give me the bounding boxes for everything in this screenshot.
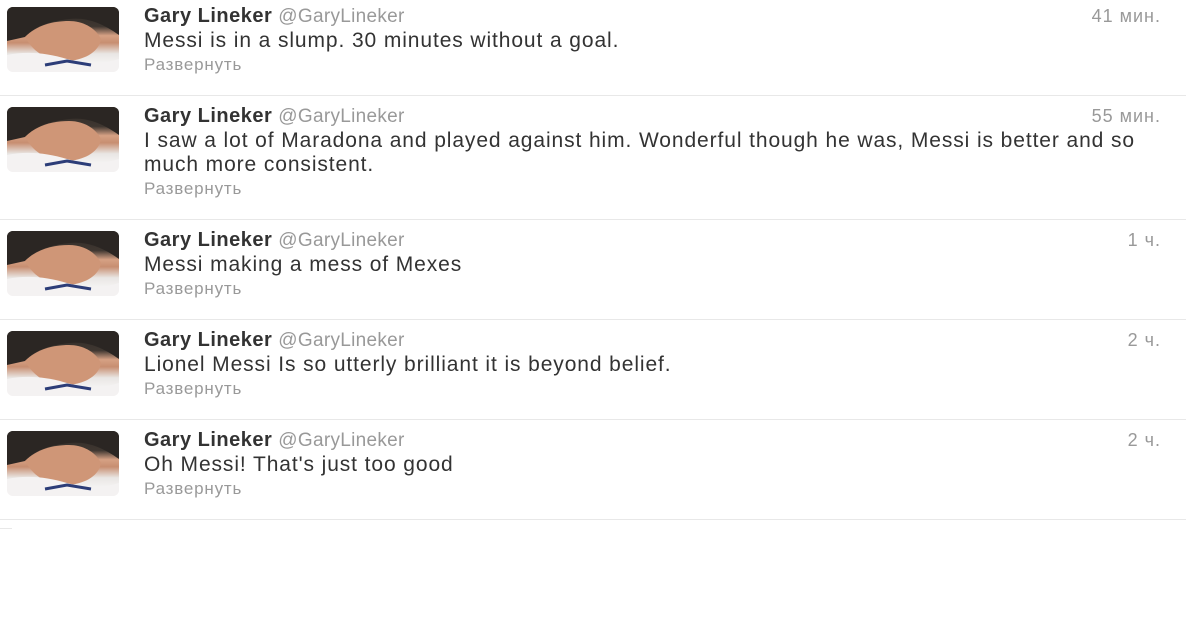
tweet-timestamp[interactable]: 41 мин. — [1092, 4, 1161, 28]
author-fullname[interactable]: Gary Lineker — [144, 329, 272, 351]
tweet-header: Gary Lineker @GaryLineker — [144, 104, 405, 130]
avatar[interactable] — [7, 231, 119, 296]
expand-link[interactable]: Развернуть — [144, 178, 242, 200]
author-username[interactable]: @GaryLineker — [278, 430, 404, 451]
tweet-item[interactable]: Gary Lineker @GaryLineker 2 ч. Oh Messi! … — [0, 420, 1186, 520]
expand-link[interactable]: Развернуть — [144, 478, 242, 500]
avatar[interactable] — [7, 7, 119, 72]
tweet-timestamp[interactable]: 55 мин. — [1092, 104, 1161, 128]
avatar[interactable] — [7, 331, 119, 396]
tweet-text: Messi making a mess of Mexes — [144, 253, 463, 276]
author-fullname[interactable]: Gary Lineker — [144, 5, 272, 27]
expand-link[interactable]: Развернуть — [144, 54, 242, 76]
tweet-timestamp[interactable]: 2 ч. — [1128, 428, 1161, 452]
expand-link[interactable]: Развернуть — [144, 278, 242, 300]
avatar[interactable] — [7, 107, 119, 172]
author-username[interactable]: @GaryLineker — [278, 6, 404, 27]
tweet-header: Gary Lineker @GaryLineker — [144, 4, 405, 30]
tweet-item[interactable]: Gary Lineker @GaryLineker 2 ч. Lionel Mes… — [0, 320, 1186, 420]
author-username[interactable]: @GaryLineker — [278, 330, 404, 351]
tweet-item[interactable]: Gary Lineker @GaryLineker 1 ч. Messi maki… — [0, 220, 1186, 320]
author-fullname[interactable]: Gary Lineker — [144, 229, 272, 251]
tweet-header: Gary Lineker @GaryLineker — [144, 428, 405, 454]
avatar[interactable] — [7, 431, 119, 496]
tweet-header: Gary Lineker @GaryLineker — [144, 228, 405, 254]
tweet-header: Gary Lineker @GaryLineker — [144, 328, 405, 354]
author-username[interactable]: @GaryLineker — [278, 230, 404, 251]
author-fullname[interactable]: Gary Lineker — [144, 105, 272, 127]
author-fullname[interactable]: Gary Lineker — [144, 429, 272, 451]
timeline-divider — [0, 528, 12, 529]
avatar-image — [7, 7, 119, 72]
expand-link[interactable]: Развернуть — [144, 378, 242, 400]
tweet-timestamp[interactable]: 1 ч. — [1128, 228, 1161, 252]
tweet-item[interactable]: Gary Lineker @GaryLineker 55 мин. I saw a… — [0, 96, 1186, 220]
tweet-text: I saw a lot of Maradona and played again… — [144, 129, 1135, 176]
tweet-text: Oh Messi! That's just too good — [144, 453, 454, 476]
avatar-image — [7, 431, 119, 496]
tweet-text: Lionel Messi Is so utterly brilliant it … — [144, 353, 672, 376]
tweet-item[interactable]: Gary Lineker @GaryLineker 41 мин. Messi i… — [0, 0, 1186, 96]
author-username[interactable]: @GaryLineker — [278, 106, 404, 127]
avatar-image — [7, 107, 119, 172]
tweet-timestamp[interactable]: 2 ч. — [1128, 328, 1161, 352]
tweet-text: Messi is in a slump. 30 minutes without … — [144, 29, 620, 52]
avatar-image — [7, 231, 119, 296]
avatar-image — [7, 331, 119, 396]
tweet-timeline: Gary Lineker @GaryLineker 41 мин. Messi i… — [0, 0, 1200, 630]
